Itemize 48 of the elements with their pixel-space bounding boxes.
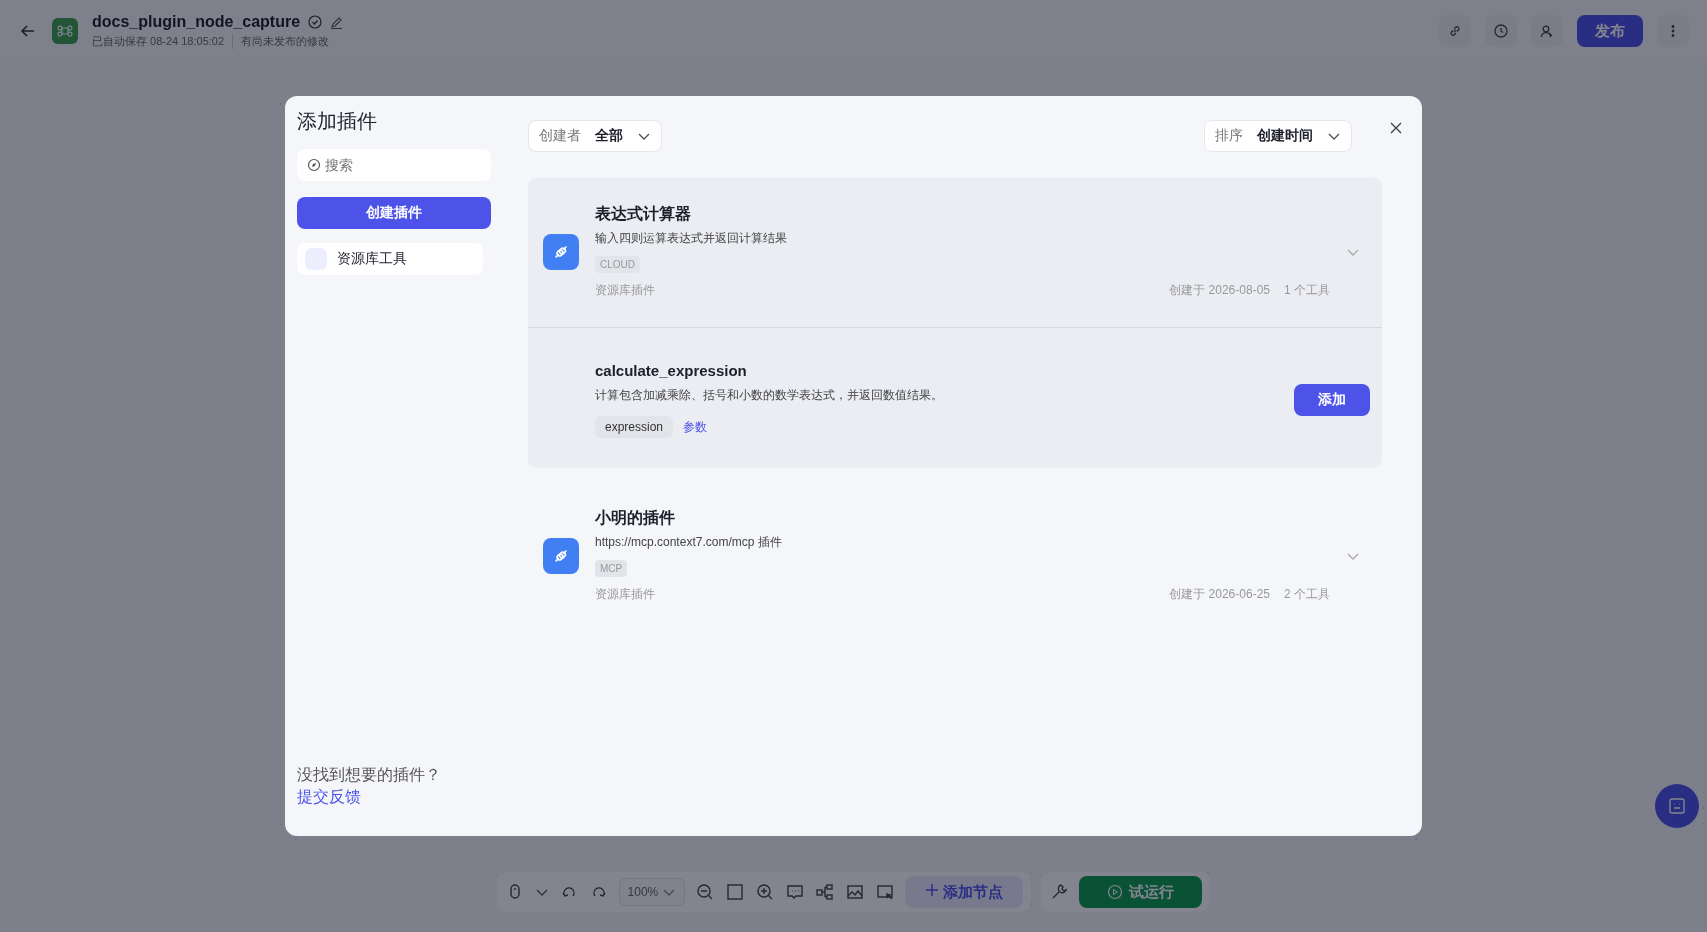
play-icon: [1107, 884, 1124, 900]
creator-filter[interactable]: 创建者 全部: [528, 120, 662, 152]
image-icon[interactable]: [845, 882, 866, 902]
params-link[interactable]: 参数: [683, 418, 708, 436]
plugin-source: 资源库插件: [595, 282, 655, 299]
publish-button[interactable]: 发布: [1577, 15, 1643, 47]
plugin-card[interactable]: 小明的插件 https://mcp.context7.com/mcp 插件 MCP 资源库插件 创建于 2026-06-25 2 个工具: [528, 482, 1382, 631]
edit-icon[interactable]: [330, 15, 344, 29]
add-tool-button[interactable]: 添加: [1294, 384, 1370, 416]
plugin-tag: MCP: [595, 560, 628, 577]
clock-icon[interactable]: [1485, 15, 1517, 47]
plug-icon: [543, 537, 579, 574]
plugin-name: 表达式计算器: [595, 204, 692, 224]
plugin-source: 资源库插件: [595, 586, 655, 603]
category-item[interactable]: 资源库工具: [297, 243, 483, 275]
zoom-dropdown[interactable]: 100%: [618, 878, 686, 906]
app-logo-icon: [52, 18, 78, 44]
create-plugin-button[interactable]: 创建插件: [297, 197, 491, 229]
search-field[interactable]: 搜索: [297, 149, 491, 181]
plugin-name: 小明的插件: [595, 508, 676, 528]
plugin-description: 输入四则运算表达式并返回计算结果: [595, 230, 788, 247]
dialog-title: 添加插件: [297, 109, 378, 134]
created-date: 创建于 2026-06-25: [1169, 586, 1270, 603]
plugin-description: https://mcp.context7.com/mcp 插件: [595, 534, 783, 551]
tool-description: 计算包含加减乘除、括号和小数的数学表达式，并返回数值结果。: [595, 387, 944, 404]
cursor-box-icon[interactable]: [875, 882, 896, 902]
plugin-card[interactable]: 表达式计算器 输入四则运算表达式并返回计算结果 CLOUD 资源库插件 创建于 2026-08-05 1 个工具 calculate_expression 计算包含加减乘除、括号和小数的数学表达式，并返回数值结果。 expression 参数 添加: [528, 178, 1382, 468]
tool-count: 2 个工具: [1284, 586, 1330, 603]
autosave-status: 已自动保存 08-24 18:05:02: [92, 34, 225, 49]
unsaved-note: 有尚未发布的修改: [241, 34, 330, 49]
compass-icon: [307, 158, 321, 172]
feedback-link[interactable]: 提交反馈: [297, 788, 361, 805]
plug-icon: [543, 233, 579, 270]
workflow-title: docs_plugin_node_capture: [92, 13, 301, 31]
fit-view-icon[interactable]: [725, 882, 746, 902]
feedback-prompt: 没找到想要的插件？ 提交反馈: [297, 765, 442, 807]
created-date: 创建于 2026-08-05: [1169, 282, 1270, 299]
tool-name: calculate_expression: [595, 362, 748, 379]
tool-count: 1 个工具: [1284, 282, 1330, 299]
plugin-tag: CLOUD: [595, 256, 640, 273]
plus-icon: [925, 882, 940, 897]
link-icon[interactable]: [1439, 15, 1471, 47]
sort-filter[interactable]: 排序 创建时间: [1204, 120, 1352, 152]
layout-icon[interactable]: [815, 882, 836, 902]
check-circle-icon: [308, 15, 323, 29]
close-icon[interactable]: [1388, 120, 1404, 136]
robot-face-icon: [1667, 796, 1687, 816]
param-tag: expression: [595, 416, 674, 438]
